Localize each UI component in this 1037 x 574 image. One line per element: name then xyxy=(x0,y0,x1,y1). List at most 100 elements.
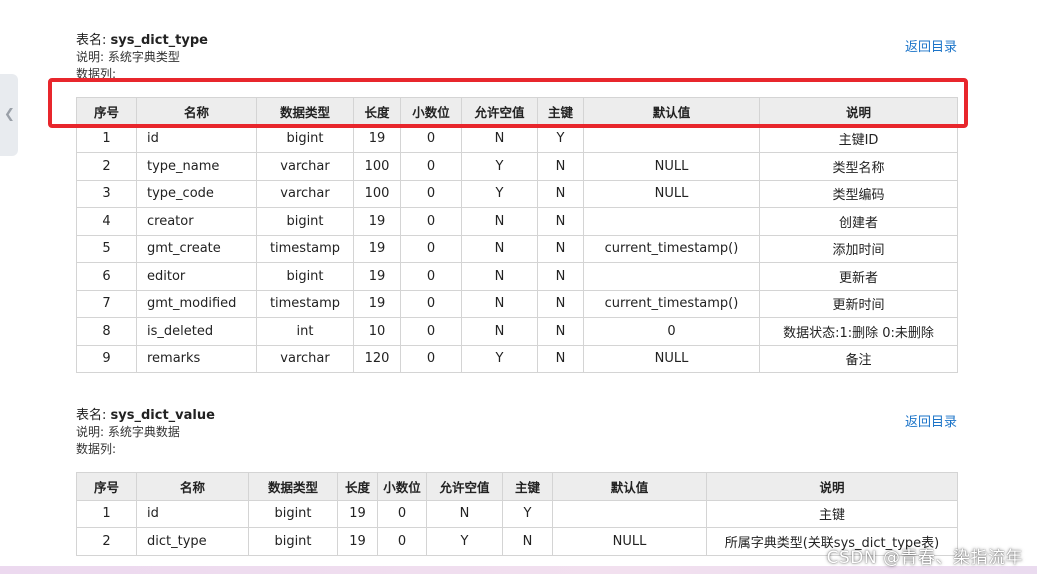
table-title: 表名: sys_dict_type xyxy=(76,33,208,48)
table-cell: 0 xyxy=(400,207,462,236)
table-cell: 类型名称 xyxy=(759,152,958,181)
table-cell xyxy=(552,499,707,528)
table-cell: 0 xyxy=(400,124,462,153)
column-header: 数据类型 xyxy=(248,472,338,501)
table-cell: bigint xyxy=(256,207,354,236)
column-header: 允许空值 xyxy=(426,472,503,501)
column-header: 说明 xyxy=(706,472,958,501)
table-cell: 19 xyxy=(353,207,401,236)
table-cell xyxy=(583,124,760,153)
table-cell: is_deleted xyxy=(136,317,257,346)
column-header: 序号 xyxy=(76,472,137,501)
table-cell: 120 xyxy=(353,344,401,373)
column-header: 长度 xyxy=(337,472,378,501)
table-cell: 添加时间 xyxy=(759,234,958,263)
column-header: 小数位 xyxy=(377,472,427,501)
table-cell: 100 xyxy=(353,179,401,208)
table-cell: Y xyxy=(502,499,553,528)
csdn-watermark: CSDN @青春、染指流年 xyxy=(826,548,1023,568)
table-cell: 10 xyxy=(353,317,401,346)
table-cell: timestamp xyxy=(256,289,354,318)
table-cell: 9 xyxy=(76,344,137,373)
table-cell: remarks xyxy=(136,344,257,373)
table-cell xyxy=(583,262,760,291)
back-to-index-link[interactable]: 返回目录 xyxy=(905,411,957,430)
table-cell: 0 xyxy=(400,289,462,318)
table-cell: 创建者 xyxy=(759,207,958,236)
back-to-index-link[interactable]: 返回目录 xyxy=(905,36,957,55)
columns-label: 数据列: xyxy=(76,442,117,456)
table-cell: N xyxy=(426,499,503,528)
table-cell: NULL xyxy=(552,527,707,556)
table-cell: N xyxy=(502,527,553,556)
table-cell: 更新者 xyxy=(759,262,958,291)
table-cell: 数据状态:1:删除 0:未删除 xyxy=(759,317,958,346)
column-header: 名称 xyxy=(136,472,249,501)
table-cell: 1 xyxy=(76,499,137,528)
table-cell: 0 xyxy=(377,499,427,528)
table-cell: varchar xyxy=(256,344,354,373)
header-row-highlight-box xyxy=(48,78,968,128)
table-cell: N xyxy=(537,179,584,208)
table-header-row: 序号 名称 数据类型 长度 小数位 允许空值 主键 默认值 说明 xyxy=(76,472,958,501)
table-cell: creator xyxy=(136,207,257,236)
table-row: 3 type_code varchar 100 0 Y N NULL 类型编码 xyxy=(76,179,958,208)
table-cell: N xyxy=(537,317,584,346)
table-row: 2 type_name varchar 100 0 Y N NULL 类型名称 xyxy=(76,152,958,181)
table-cell: N xyxy=(461,289,538,318)
table-name: sys_dict_type xyxy=(110,33,208,48)
table-description: 说明: 系统字典数据 xyxy=(76,425,180,439)
table-cell: 0 xyxy=(583,317,760,346)
table-cell: type_name xyxy=(136,152,257,181)
table-cell: NULL xyxy=(583,344,760,373)
table-cell: N xyxy=(461,207,538,236)
table-cell: 2 xyxy=(76,152,137,181)
table-cell: 7 xyxy=(76,289,137,318)
table-cell: Y xyxy=(461,152,538,181)
collapse-sidebar-tab[interactable]: ❮ xyxy=(0,74,18,156)
table-cell: 1 xyxy=(76,124,137,153)
table-cell: N xyxy=(537,289,584,318)
table-cell: editor xyxy=(136,262,257,291)
table-cell: 0 xyxy=(400,152,462,181)
table-cell: N xyxy=(537,344,584,373)
table-cell: 0 xyxy=(400,344,462,373)
table-cell: 类型编码 xyxy=(759,179,958,208)
table-cell: N xyxy=(537,262,584,291)
table-cell: type_code xyxy=(136,179,257,208)
table-section-sys-dict-value: 表名: sys_dict_value 说明: 系统字典数据 数据列: 返回目录 xyxy=(76,407,957,458)
table-cell: N xyxy=(461,317,538,346)
table-cell: N xyxy=(461,234,538,263)
table-cell: Y xyxy=(426,527,503,556)
chevron-left-icon: ❮ xyxy=(4,107,15,122)
table-cell: 5 xyxy=(76,234,137,263)
table-cell: N xyxy=(537,152,584,181)
table-cell: bigint xyxy=(248,499,338,528)
table-cell: 0 xyxy=(400,234,462,263)
table-cell: current_timestamp() xyxy=(583,234,760,263)
table-cell: timestamp xyxy=(256,234,354,263)
table-cell: N xyxy=(537,207,584,236)
table-row: 6 editor bigint 19 0 N N 更新者 xyxy=(76,262,958,291)
column-header: 默认值 xyxy=(552,472,707,501)
table-cell xyxy=(583,207,760,236)
table-cell: 6 xyxy=(76,262,137,291)
table-row: 5 gmt_create timestamp 19 0 N Ncurrent_timesta… xyxy=(76,234,958,263)
table-title: 表名: sys_dict_value xyxy=(76,408,215,423)
table-cell: N xyxy=(537,234,584,263)
table-section-sys-dict-type: 表名: sys_dict_type 说明: 系统字典类型 数据列: 返回目录 xyxy=(76,32,957,83)
table-cell: bigint xyxy=(248,527,338,556)
table-cell: 0 xyxy=(377,527,427,556)
table-cell: varchar xyxy=(256,179,354,208)
table-row: 4 creator bigint 19 0 N N 创建者 xyxy=(76,207,958,236)
table-cell: 8 xyxy=(76,317,137,346)
table-name: sys_dict_value xyxy=(110,408,215,423)
table-cell: 100 xyxy=(353,152,401,181)
table-cell: 19 xyxy=(337,527,378,556)
column-header: 主键 xyxy=(502,472,553,501)
table-cell: NULL xyxy=(583,179,760,208)
table-cell: gmt_modified xyxy=(136,289,257,318)
table-cell: 3 xyxy=(76,179,137,208)
table-cell: 备注 xyxy=(759,344,958,373)
table-cell: NULL xyxy=(583,152,760,181)
